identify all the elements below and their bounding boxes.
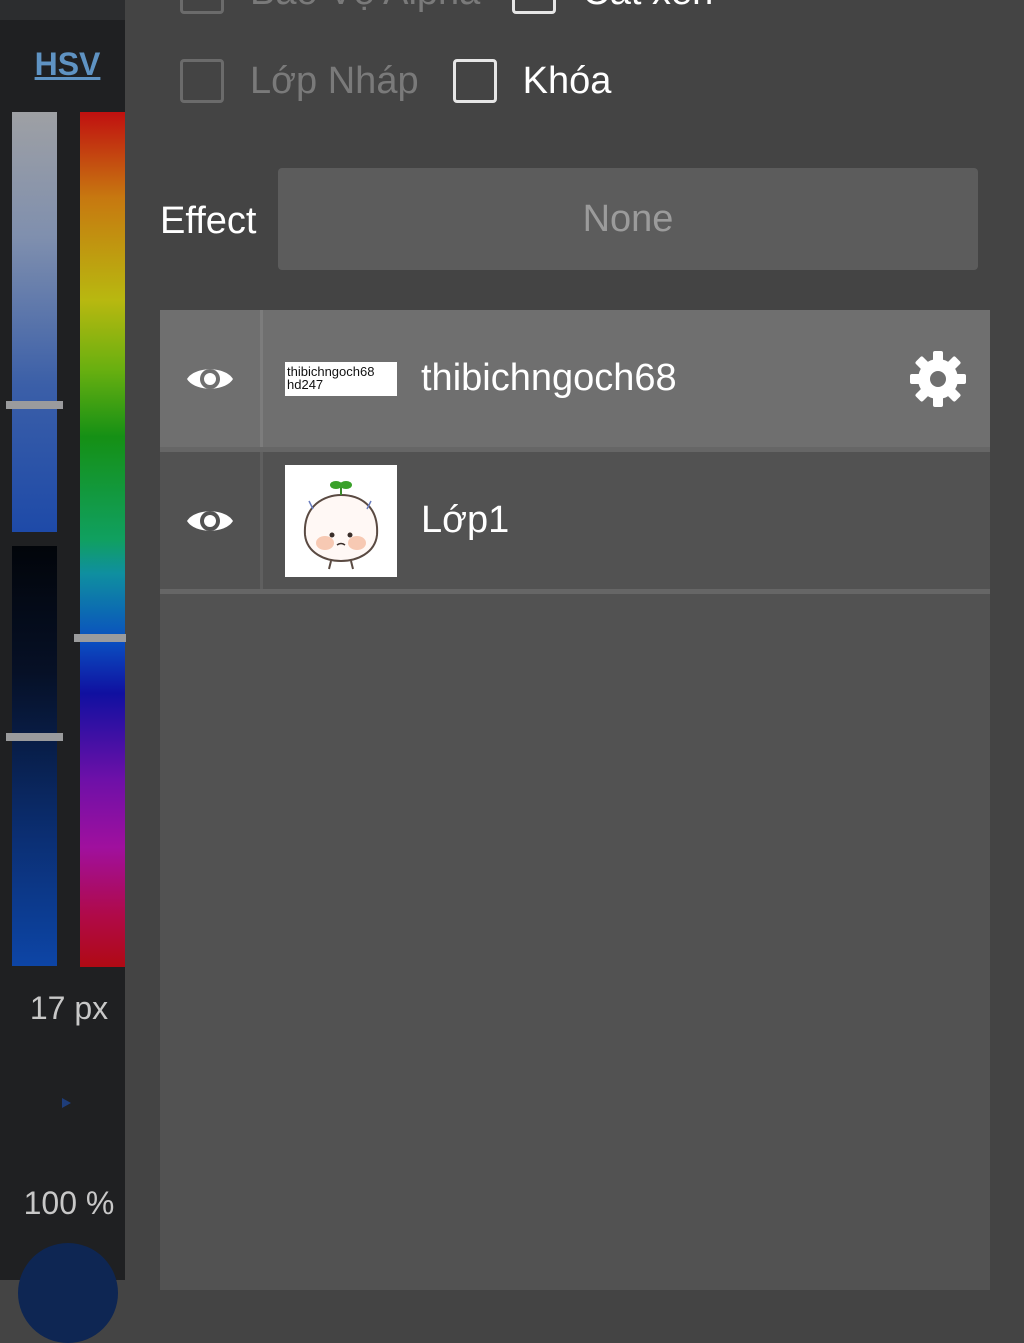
clipping-label: Cắt xén — [582, 0, 713, 14]
lock-label: Khóa — [522, 59, 612, 102]
color-panel: HSV 17 px 100 % — [0, 0, 126, 1343]
saturation-slider[interactable] — [12, 112, 57, 532]
effect-label: Effect — [160, 200, 257, 242]
visibility-toggle[interactable] — [160, 452, 263, 589]
character-thumbnail-image — [285, 464, 397, 577]
saturation-handle[interactable] — [6, 401, 63, 409]
layers-list: thibichngoch68 hd247 thibichngoch68 Lớp1 — [160, 310, 990, 1290]
hue-slider[interactable] — [80, 112, 125, 967]
current-color-swatch[interactable] — [18, 1243, 118, 1343]
hue-handle[interactable] — [74, 634, 126, 642]
layer-divider — [160, 589, 990, 594]
gear-icon[interactable] — [908, 349, 968, 409]
layer-thumbnail-text: thibichngoch68 hd247 — [285, 361, 397, 396]
visibility-toggle[interactable] — [160, 310, 263, 447]
clipping-checkbox[interactable] — [512, 0, 557, 14]
options-row: Lớp Nháp Khóa — [180, 59, 611, 103]
opacity-label[interactable]: 100 % — [0, 1185, 138, 1222]
hsv-mode-link[interactable]: HSV — [0, 46, 135, 83]
top-strip — [0, 0, 125, 20]
draft-layer-checkbox[interactable] — [180, 59, 224, 103]
eye-icon — [187, 368, 233, 389]
value-slider[interactable] — [12, 546, 57, 966]
alpha-protect-label: Bảo Vệ Alpha — [250, 0, 480, 14]
eye-icon — [187, 510, 233, 531]
layer-name: thibichngoch68 — [421, 357, 677, 399]
alpha-protect-checkbox[interactable] — [180, 0, 224, 14]
effect-dropdown[interactable]: None — [278, 168, 978, 270]
brush-size-label[interactable]: 17 px — [0, 990, 138, 1027]
layer-thumbnail — [285, 464, 397, 577]
value-handle[interactable] — [6, 733, 63, 741]
layer-thumbnail: thibichngoch68 hd247 — [285, 323, 397, 435]
draft-layer-label: Lớp Nháp — [250, 59, 419, 102]
options-row-partial: Bảo Vệ Alpha Cắt xén — [180, 0, 713, 14]
effect-value: None — [582, 197, 674, 240]
small-arrow-icon — [62, 1098, 71, 1108]
layer-row[interactable]: Lớp1 — [160, 452, 990, 589]
layer-row[interactable]: thibichngoch68 hd247 thibichngoch68 — [160, 310, 990, 447]
layer-name: Lớp1 — [421, 499, 510, 541]
lock-checkbox[interactable] — [452, 59, 497, 103]
